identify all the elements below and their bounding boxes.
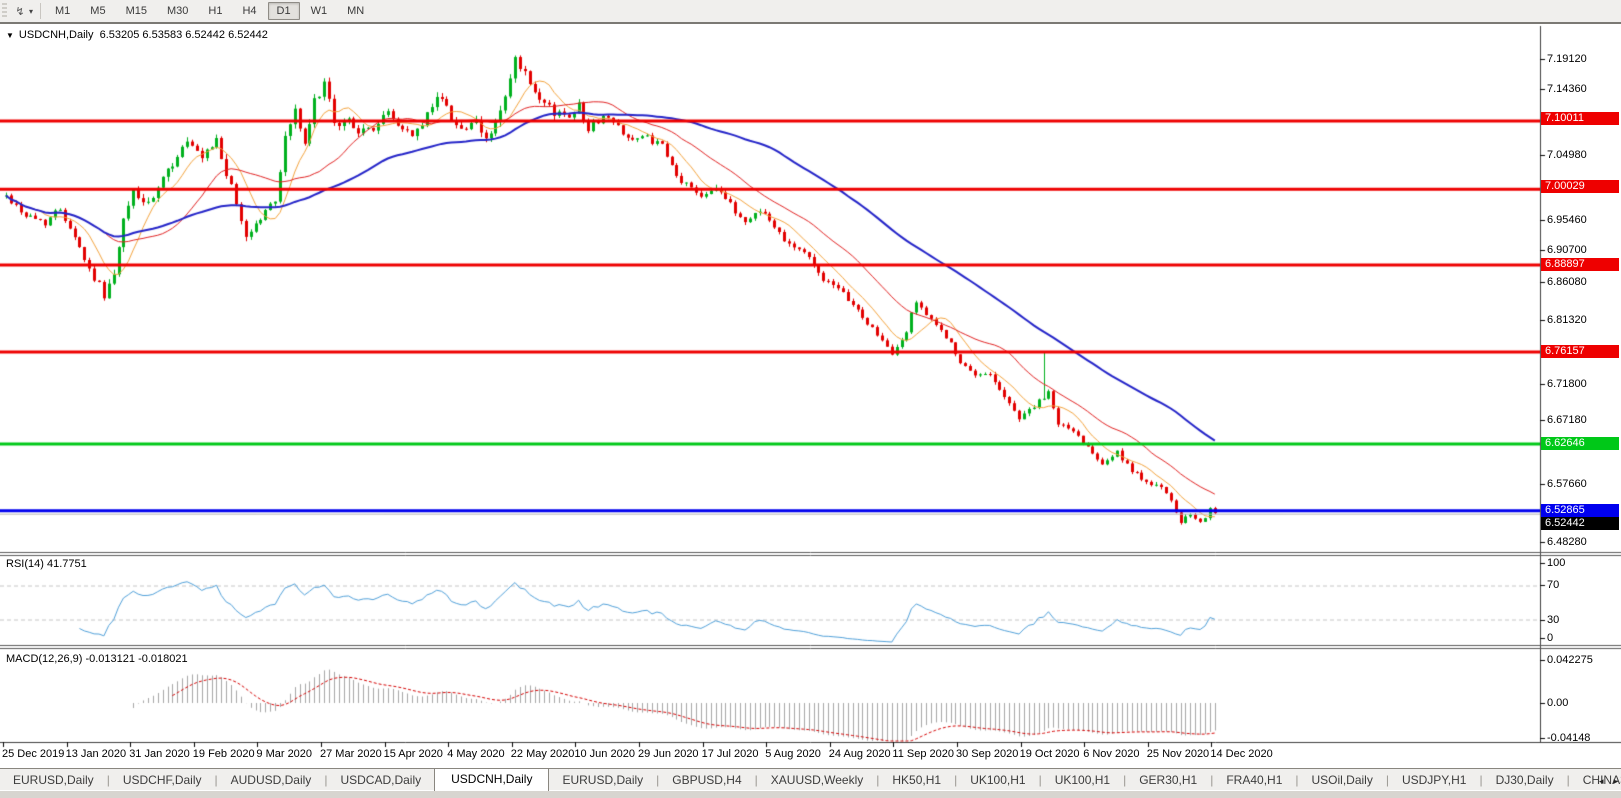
rsi-axis-tick: 70 [1547, 579, 1559, 591]
timeframe-buttons: M1M5M15M30H1H4D1W1MN [45, 5, 374, 17]
date-axis-label: 15 Apr 2020 [384, 748, 443, 760]
price-axis-tick: 6.86080 [1547, 276, 1587, 288]
tab-uk100-h1[interactable]: UK100,H1 [1042, 770, 1123, 791]
price-axis-tick: 6.81320 [1547, 314, 1587, 326]
date-axis-label: 29 Jun 2020 [638, 748, 699, 760]
rsi-axis-tick: 100 [1547, 557, 1565, 569]
chart-symbol-label: USDCNH,Daily [19, 29, 94, 41]
tab-fra40-h1[interactable]: FRA40,H1 [1213, 770, 1295, 791]
tab-eurusd-daily[interactable]: EURUSD,Daily [549, 770, 656, 791]
tab-eurusd-daily[interactable]: EURUSD,Daily [0, 770, 107, 791]
date-axis-label: 31 Jan 2020 [129, 748, 190, 760]
timeframe-button-w1[interactable]: W1 [302, 2, 337, 20]
toolbar-grip[interactable] [2, 3, 7, 19]
chart-ohlc-values: 6.53205 6.53583 6.52442 6.52442 [100, 29, 268, 41]
toolbar-separator [40, 3, 41, 19]
date-axis-label: 24 Aug 2020 [829, 748, 891, 760]
macd-indicator-label: MACD(12,26,9) -0.013121 -0.018021 [6, 653, 188, 665]
price-axis-tick: 7.19120 [1547, 53, 1587, 65]
chart-title: ▼ USDCNH,Daily 6.53205 6.53583 6.52442 6.… [6, 29, 268, 41]
level-price-label: 6.62646 [1541, 437, 1619, 450]
price-chart-canvas[interactable] [0, 24, 1621, 768]
toolbar: ↯ ▾ M1M5M15M30H1H4D1W1MN [0, 0, 1621, 23]
date-axis-label: 13 Jan 2020 [66, 748, 127, 760]
rsi-axis-tick: 0 [1547, 632, 1553, 644]
timeframe-button-h4[interactable]: H4 [233, 2, 265, 20]
tab-usoil-daily[interactable]: USOil,Daily [1299, 770, 1386, 791]
tab-scroll-arrows: ◂▸ [1599, 776, 1618, 787]
timeframe-button-m15[interactable]: M15 [117, 2, 156, 20]
date-axis-label: 27 Mar 2020 [320, 748, 382, 760]
timeframe-button-m1[interactable]: M1 [46, 2, 79, 20]
app: { "window": { "symbol_title": "USDCNH,Da… [0, 0, 1621, 797]
timeframe-button-m5[interactable]: M5 [81, 2, 114, 20]
level-price-label: 6.52865 [1541, 504, 1619, 517]
tab-scroll-right-icon[interactable]: ▸ [1613, 776, 1618, 787]
tab-xauusd-weekly[interactable]: XAUUSD,Weekly [758, 770, 876, 791]
date-axis-label: 19 Feb 2020 [193, 748, 255, 760]
date-axis-label: 5 Aug 2020 [765, 748, 821, 760]
level-price-label: 7.10011 [1541, 112, 1619, 125]
tab-usdchf-daily[interactable]: USDCHF,Daily [110, 770, 215, 791]
chart-tab-bar: EURUSD,Daily|USDCHF,Daily|AUDUSD,Daily|U… [0, 768, 1621, 791]
collapse-arrow-icon[interactable]: ▼ [6, 31, 14, 40]
price-axis-tick: 6.90700 [1547, 244, 1587, 256]
date-axis-label: 25 Nov 2020 [1147, 748, 1209, 760]
date-axis-label: 25 Dec 2019 [2, 748, 64, 760]
date-axis-label: 19 Oct 2020 [1020, 748, 1080, 760]
level-price-label: 7.00029 [1541, 180, 1619, 193]
price-axis-tick: 6.95460 [1547, 214, 1587, 226]
rsi-axis-tick: 30 [1547, 614, 1559, 626]
timeframe-button-m30[interactable]: M30 [158, 2, 197, 20]
macd-axis-tick: 0.042275 [1547, 654, 1593, 666]
timeframe-button-d1[interactable]: D1 [268, 2, 300, 20]
level-price-label: 6.76157 [1541, 345, 1619, 358]
date-axis-label: 22 May 2020 [511, 748, 575, 760]
tab-gbpusd-h4[interactable]: GBPUSD,H4 [659, 770, 754, 791]
tab-usdcnh-daily[interactable]: USDCNH,Daily [434, 768, 549, 791]
tab-usdjpy-h1[interactable]: USDJPY,H1 [1389, 770, 1479, 791]
chart-shift-icon[interactable]: ↯ [12, 3, 28, 19]
level-price-label: 6.88897 [1541, 258, 1619, 271]
tab-audusd-daily[interactable]: AUDUSD,Daily [218, 770, 325, 791]
tab-scroll-left-icon[interactable]: ◂ [1599, 776, 1604, 787]
tab-ger30-h1[interactable]: GER30,H1 [1126, 770, 1210, 791]
date-axis-label: 30 Sep 2020 [956, 748, 1018, 760]
date-axis-label: 10 Jun 2020 [574, 748, 635, 760]
date-axis-label: 9 Mar 2020 [256, 748, 312, 760]
tab-dj30-daily[interactable]: DJ30,Daily [1483, 770, 1567, 791]
date-axis-label: 17 Jul 2020 [702, 748, 759, 760]
chart-window: ▼ USDCNH,Daily 6.53205 6.53583 6.52442 6.… [0, 22, 1621, 770]
tab-uk100-h1[interactable]: UK100,H1 [957, 770, 1038, 791]
dropdown-caret-icon[interactable]: ▾ [29, 7, 33, 16]
price-axis-tick: 7.04980 [1547, 149, 1587, 161]
timeframe-button-mn[interactable]: MN [338, 2, 373, 20]
current-price-label: 6.52442 [1541, 517, 1619, 530]
date-axis-label: 11 Sep 2020 [892, 748, 954, 760]
date-axis-label: 6 Nov 2020 [1083, 748, 1139, 760]
price-axis-tick: 6.71800 [1547, 378, 1587, 390]
date-axis-label: 4 May 2020 [447, 748, 504, 760]
price-axis-tick: 6.67180 [1547, 414, 1587, 426]
date-axis-label: 14 Dec 2020 [1210, 748, 1272, 760]
tab-usdcad-daily[interactable]: USDCAD,Daily [327, 770, 434, 791]
price-axis-tick: 6.57660 [1547, 478, 1587, 490]
rsi-indicator-label: RSI(14) 41.7751 [6, 558, 87, 570]
timeframe-button-h1[interactable]: H1 [199, 2, 231, 20]
macd-axis-tick: -0.04148 [1547, 732, 1590, 744]
price-axis-tick: 6.48280 [1547, 536, 1587, 548]
price-axis-tick: 7.14360 [1547, 83, 1587, 95]
macd-axis-tick: 0.00 [1547, 697, 1568, 709]
tab-hk50-h1[interactable]: HK50,H1 [879, 770, 954, 791]
